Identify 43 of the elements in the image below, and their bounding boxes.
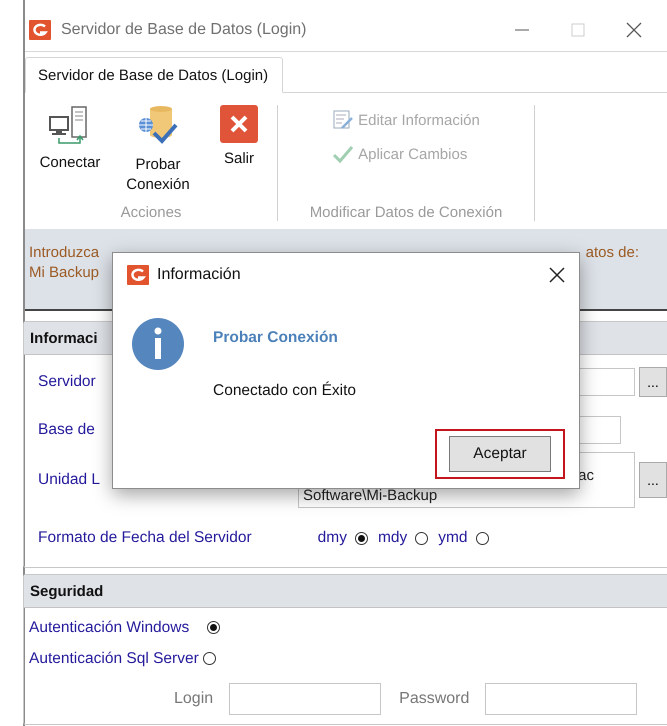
field-label: Password xyxy=(399,690,470,708)
field-label: Formato de Fecha del Servidor xyxy=(38,529,252,547)
notice-text: atos de: xyxy=(586,243,639,263)
input-field[interactable] xyxy=(229,683,382,715)
field-label: Login xyxy=(174,690,214,708)
ribbon-button[interactable]: Probar Conexión xyxy=(115,105,201,195)
radio-label: ymd xyxy=(438,529,468,547)
radio-button[interactable] xyxy=(207,621,220,634)
radio-button[interactable] xyxy=(476,532,489,544)
info-icon xyxy=(131,317,185,371)
window-title: Servidor de Base de Datos (Login) xyxy=(61,20,308,38)
panel-title: Seguridad xyxy=(24,575,667,608)
dialog-title: Información xyxy=(157,266,242,284)
radio-label: Autenticación Sql Server xyxy=(29,650,199,668)
field-label: Base de xyxy=(38,421,95,439)
radio-button[interactable] xyxy=(202,652,216,665)
browse-button[interactable]: ... xyxy=(639,367,667,397)
app-logo-icon xyxy=(29,20,51,40)
ribbon-button[interactable]: Conectar xyxy=(31,105,109,173)
field-value: Software\Mi-Backup xyxy=(303,486,438,506)
field-label: Unidad L xyxy=(38,471,100,489)
app-logo-icon xyxy=(127,265,149,285)
ribbon-button[interactable]: Salir xyxy=(207,105,271,169)
dialog-heading: Probar Conexión xyxy=(213,329,339,347)
check-icon xyxy=(332,144,354,164)
radio-button[interactable] xyxy=(415,532,428,544)
dialog-message: Conectado con Éxito xyxy=(213,382,358,400)
notice-text: Mi Backup xyxy=(29,263,100,283)
radio-label: dmy xyxy=(318,529,347,547)
document-pencil-icon xyxy=(332,109,354,131)
radio-label: mdy xyxy=(378,529,408,547)
radio-button[interactable] xyxy=(354,532,368,544)
input-field[interactable] xyxy=(485,683,638,715)
group-label: Modificar Datos de Conexión xyxy=(310,204,502,221)
group-label: Acciones xyxy=(120,204,182,221)
radio-label: Autenticación Windows xyxy=(29,618,190,636)
close-icon[interactable] xyxy=(549,267,565,283)
ok-button[interactable]: Aceptar xyxy=(449,436,551,472)
field-label: Servidor xyxy=(38,373,96,391)
ribbon-tab[interactable]: Servidor de Base de Datos (Login) xyxy=(25,57,284,93)
close-icon xyxy=(220,105,258,143)
notice-text: Introduzca xyxy=(29,243,100,263)
browse-button[interactable]: ... xyxy=(639,462,667,498)
